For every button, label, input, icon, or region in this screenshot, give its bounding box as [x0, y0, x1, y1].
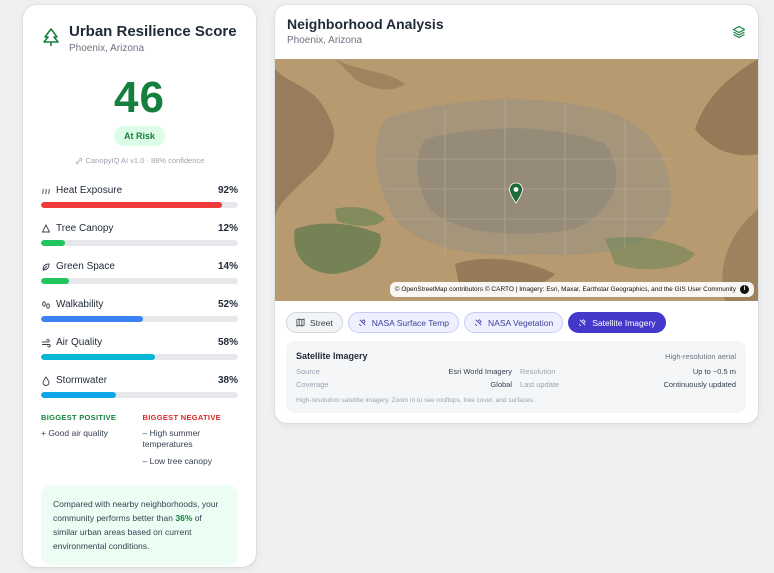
- droplet-icon: [42, 375, 50, 386]
- tree-icon: [41, 223, 51, 232]
- layer-button-label: NASA Vegetation: [488, 317, 554, 328]
- layer-button-nasa-surface-temp[interactable]: NASA Surface Temp: [347, 312, 460, 333]
- tree-icon: [43, 28, 59, 46]
- layer-info-title: Satellite Imagery: [296, 351, 368, 361]
- metric-label: Air Quality: [56, 337, 103, 348]
- map-attribution-text: © OpenStreetMap contributors © CARTO | I…: [394, 286, 736, 293]
- metric-label: Tree Canopy: [56, 223, 114, 234]
- metric-bar-fill: [41, 202, 223, 208]
- location-pin-icon[interactable]: [508, 182, 524, 204]
- biggest-positive-item: + Good air quality: [41, 428, 108, 438]
- analysis-header: Neighborhood Analysis Phoenix, Arizona: [275, 5, 758, 59]
- metric-value: 12%: [217, 223, 238, 234]
- metric-bar-fill: [41, 278, 69, 284]
- metric-bar: [41, 316, 238, 322]
- layer-button-label: Satellite Imagery: [592, 317, 656, 328]
- biggest-positive-heading: BIGGEST POSITIVE: [41, 413, 117, 422]
- metric-bar: [41, 240, 238, 246]
- metric-air-quality: Air Quality 58%: [41, 337, 238, 360]
- score-card-header: Urban Resilience Score Phoenix, Arizona: [41, 23, 238, 54]
- metric-label: Heat Exposure: [56, 185, 123, 196]
- leaf-icon: [42, 263, 50, 270]
- wind-icon: [42, 338, 51, 347]
- metric-value: 58%: [217, 337, 238, 348]
- page: Urban Resilience Score Phoenix, Arizona …: [0, 0, 774, 573]
- map-icon: [296, 318, 305, 327]
- detail-key: Resolution: [520, 367, 556, 376]
- biggest-negative-heading: BIGGEST NEGATIVE: [142, 413, 221, 422]
- metric-bar-fill: [41, 316, 144, 322]
- metric-value: 92%: [217, 185, 238, 196]
- metric-bar: [41, 278, 238, 284]
- metric-green-space: Green Space 14%: [41, 261, 238, 284]
- map-imagery: [275, 59, 758, 301]
- model-info-text: CanopyIQ AI v1.0 · 88% confidence: [85, 156, 205, 165]
- metric-bar: [41, 354, 238, 360]
- comparison-percent: 36%: [175, 513, 193, 523]
- metric-value: 38%: [217, 375, 238, 386]
- metric-label: Walkability: [56, 299, 104, 310]
- layers-icon[interactable]: [732, 25, 746, 39]
- detail-key: Source: [296, 367, 320, 376]
- score-card-title: Urban Resilience Score: [69, 23, 237, 40]
- layer-info-note: High-resolution satellite imagery. Zoom …: [296, 397, 535, 404]
- satellite-icon: [358, 319, 366, 327]
- layer-button-street[interactable]: Street: [286, 312, 343, 333]
- detail-value: Up to ~0.5 m: [692, 367, 736, 376]
- detail-key: Coverage: [296, 380, 329, 389]
- heat-icon: [42, 188, 50, 194]
- satellite-map[interactable]: © OpenStreetMap contributors © CARTO | I…: [275, 59, 758, 301]
- layer-info-tag: High-resolution aerial: [665, 351, 736, 361]
- score-card-location: Phoenix, Arizona: [69, 43, 145, 54]
- metric-bar-fill: [41, 392, 116, 398]
- metric-value: 14%: [217, 261, 238, 272]
- biggest-negative-item: – High summer temperatures: [142, 428, 201, 449]
- metric-tree-canopy: Tree Canopy 12%: [41, 223, 238, 246]
- detail-value: Esri World Imagery: [448, 367, 512, 376]
- metric-walkability: Walkability 52%: [41, 299, 238, 322]
- status-badge: At Risk: [113, 126, 165, 146]
- metric-value: 52%: [217, 299, 238, 310]
- metric-bar: [41, 202, 238, 208]
- model-info: CanopyIQ AI v1.0 · 88% confidence: [41, 156, 238, 165]
- satellite-icon: [474, 319, 482, 327]
- link-icon: [75, 157, 82, 164]
- detail-value: Global: [490, 380, 512, 389]
- map-attribution: © OpenStreetMap contributors © CARTO | I…: [389, 282, 754, 297]
- footprints-icon: [42, 300, 50, 309]
- metric-list: Heat Exposure 92% Tree Canopy 12% Green …: [41, 185, 238, 398]
- metric-label: Stormwater: [56, 375, 108, 386]
- layer-toggle-group: Street NASA Surface Temp NASA Vegetation…: [275, 301, 758, 333]
- layer-button-satellite-imagery[interactable]: Satellite Imagery: [568, 312, 666, 333]
- analysis-title: Neighborhood Analysis: [287, 16, 444, 32]
- metric-heat-exposure: Heat Exposure 92%: [41, 185, 238, 208]
- metric-stormwater: Stormwater 38%: [41, 375, 238, 398]
- comparison-box: Compared with nearby neighborhoods, your…: [41, 485, 238, 565]
- biggest-negative: BIGGEST NEGATIVE – High summer temperatu…: [137, 413, 239, 467]
- resilience-score-card: Urban Resilience Score Phoenix, Arizona …: [23, 5, 256, 567]
- detail-key: Last update: [520, 380, 560, 389]
- resilience-score: 46: [114, 73, 165, 122]
- layer-button-nasa-vegetation[interactable]: NASA Vegetation: [464, 312, 564, 333]
- layer-info-panel: Satellite Imagery High-resolution aerial…: [286, 341, 746, 413]
- biggest-negative-item: – Low tree canopy: [142, 456, 212, 466]
- neighborhood-analysis-card: Neighborhood Analysis Phoenix, Arizona ©…: [275, 5, 758, 423]
- positive-negative-summary: BIGGEST POSITIVE + Good air quality BIGG…: [41, 413, 238, 467]
- metric-bar-fill: [41, 240, 65, 246]
- metric-bar: [41, 392, 238, 398]
- layer-button-label: Street: [310, 317, 333, 328]
- metric-label: Green Space: [56, 261, 115, 272]
- biggest-positive: BIGGEST POSITIVE + Good air quality: [41, 413, 137, 467]
- satellite-icon: [579, 319, 587, 327]
- analysis-location: Phoenix, Arizona: [287, 35, 363, 46]
- info-icon[interactable]: i: [740, 285, 749, 294]
- detail-value: Continuously updated: [663, 380, 736, 389]
- layer-button-label: NASA Surface Temp: [371, 317, 450, 328]
- layer-info-details: Source Esri World Imagery Coverage Globa…: [296, 367, 736, 389]
- metric-bar-fill: [41, 354, 156, 360]
